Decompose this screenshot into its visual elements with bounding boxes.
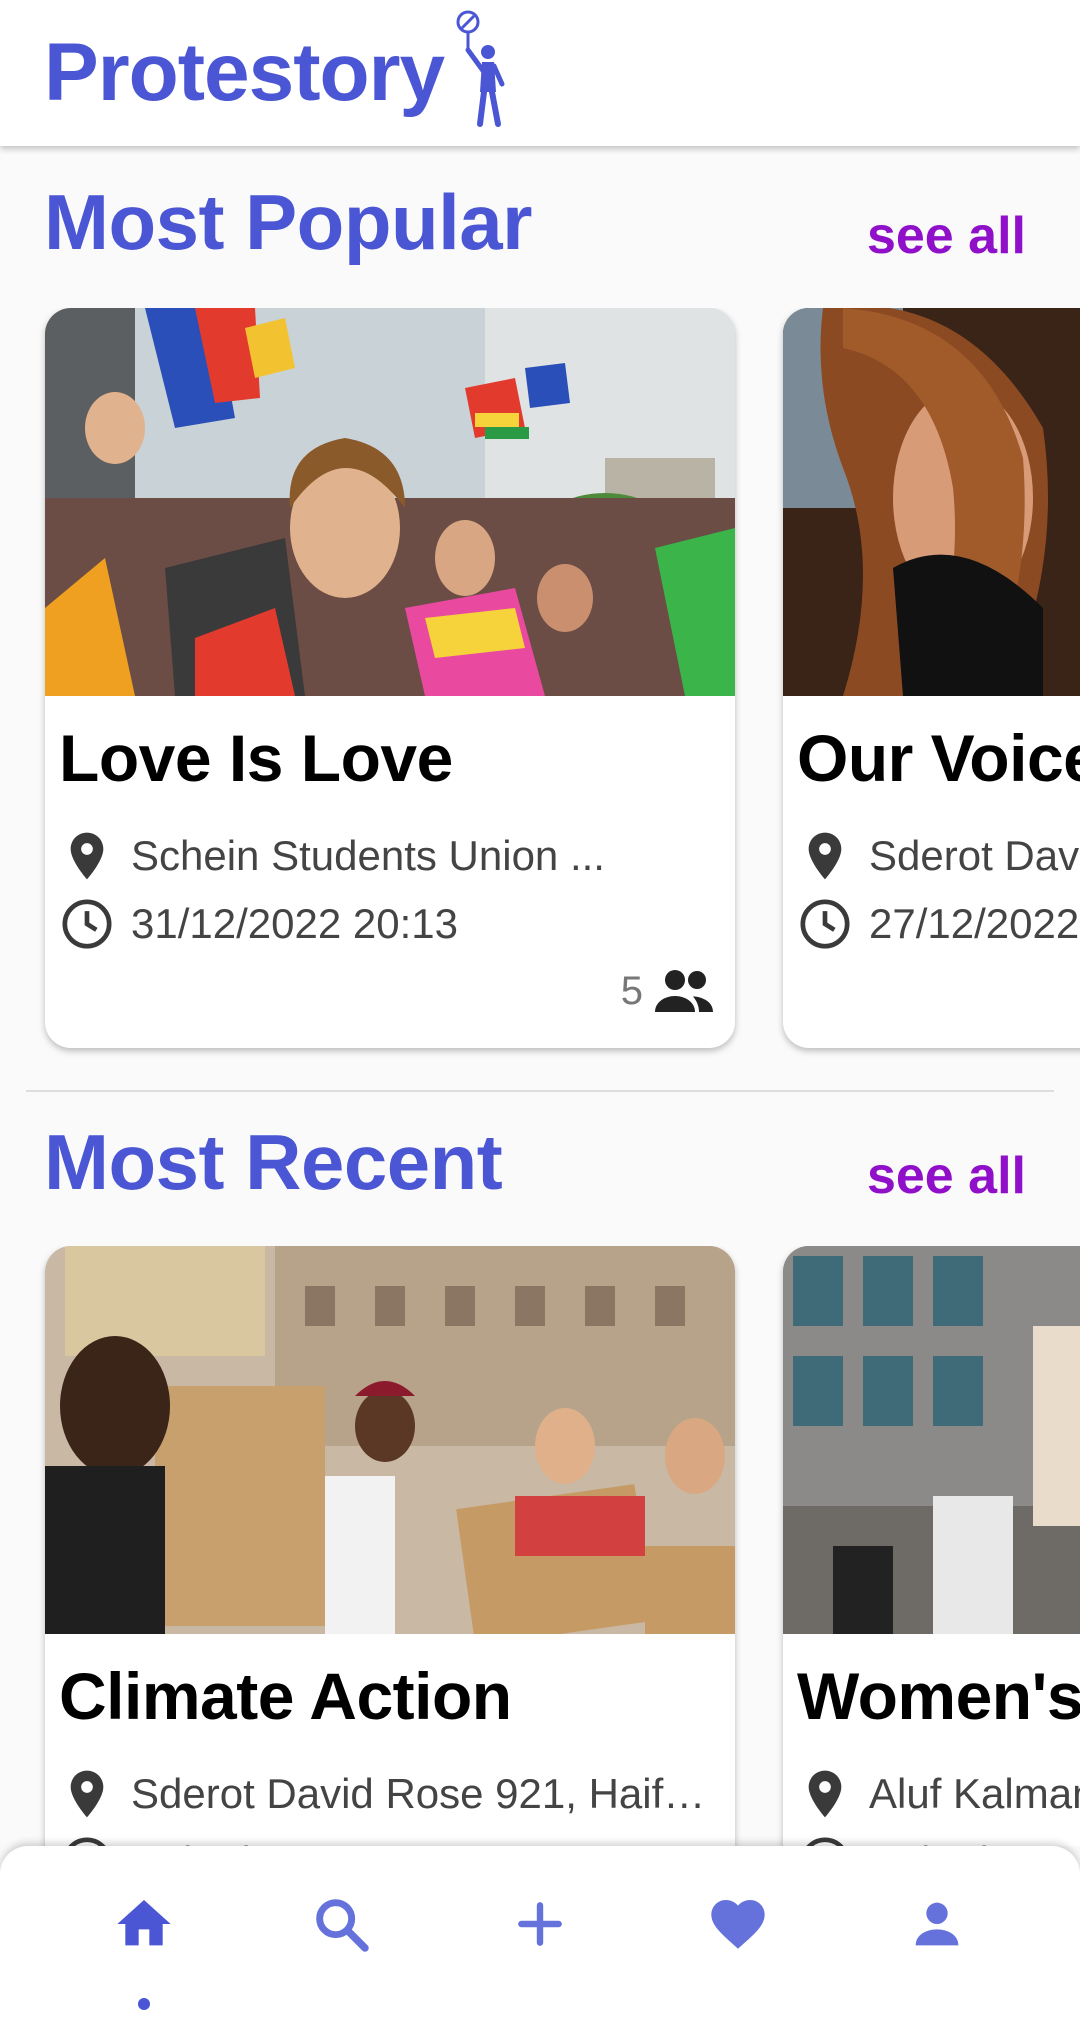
event-card[interactable]: Our Voice Sderot David 27/12/2022 [783,308,1080,1048]
event-location: Sderot David Rose 921, Haifa,... [59,1766,719,1822]
event-title: Our Voice [797,721,1080,795]
event-time: 31/12/2022 20:53 [59,1834,719,1846]
heart-icon [711,1900,765,1949]
nav-search[interactable] [301,1884,381,1964]
event-location: Sderot David [797,828,1080,884]
clock-icon [800,899,850,949]
event-title: Climate Action [59,1659,512,1733]
bottom-navigation [0,1846,1080,2031]
attendees-count: 5 [621,968,715,1014]
people-icon [655,970,713,1012]
section-title: Most Popular [44,177,533,266]
active-nav-indicator [138,1998,150,2010]
most-popular-carousel[interactable]: Love Is Love Schein Students Union ... 3… [0,308,1080,1068]
event-image [45,308,735,696]
event-card[interactable]: Women's Aluf Kalman 27/12/2022 [783,1246,1080,1846]
see-all-recent-link[interactable]: see all [867,1146,1026,1206]
event-image [783,308,1080,696]
section-divider [26,1090,1054,1092]
location-text: Sderot David [869,832,1080,879]
nav-home[interactable] [104,1884,184,1964]
location-text: Aluf Kalman [869,1770,1080,1817]
datetime-text: 27/12/2022 [869,900,1080,947]
nav-favorites[interactable] [698,1884,778,1964]
see-all-popular-link[interactable]: see all [867,206,1026,266]
event-time: 27/12/2022 [797,1834,1080,1846]
plus-icon [518,1902,562,1946]
clock-icon [68,1837,106,1846]
datetime-text: 31/12/2022 20:13 [131,900,458,947]
clock-icon [62,899,112,949]
most-recent-carousel[interactable]: Climate Action Sderot David Rose 921, Ha… [0,1246,1080,1846]
protester-logo-icon [456,10,505,127]
event-time: 31/12/2022 20:13 [59,896,719,952]
nav-profile[interactable] [897,1884,977,1964]
location-pin-icon [808,1770,842,1818]
app-title: Protestory [44,27,445,118]
location-pin-icon [70,832,104,880]
section-title: Most Recent [44,1117,503,1206]
location-text: Sderot David Rose 921, Haifa,... [131,1770,719,1817]
most-recent-header: Most Recent see all [44,1112,1036,1212]
event-image [783,1246,1080,1634]
event-location: Schein Students Union ... [59,828,719,884]
event-title: Love Is Love [59,721,453,795]
nav-add[interactable] [500,1884,580,1964]
location-pin-icon [70,1770,104,1818]
attendees-number: 5 [620,968,643,1013]
event-location: Aluf Kalman [797,1766,1080,1822]
event-card[interactable]: Love Is Love Schein Students Union ... 3… [45,308,735,1048]
event-title: Women's [797,1659,1080,1733]
location-pin-icon [808,832,842,880]
event-card[interactable]: Climate Action Sderot David Rose 921, Ha… [45,1246,735,1846]
person-icon [915,1902,959,1946]
datetime-text: 27/12/2022 [869,1838,1079,1846]
search-icon [316,1899,369,1952]
most-popular-header: Most Popular see all [44,172,1036,272]
app-bar: Protestory [0,0,1080,146]
home-icon [117,1900,171,1946]
event-time: 27/12/2022 [797,896,1080,952]
datetime-text: 31/12/2022 20:53 [131,1838,458,1846]
location-text: Schein Students Union ... [131,832,605,879]
clock-icon [806,1837,844,1846]
event-image [45,1246,735,1634]
